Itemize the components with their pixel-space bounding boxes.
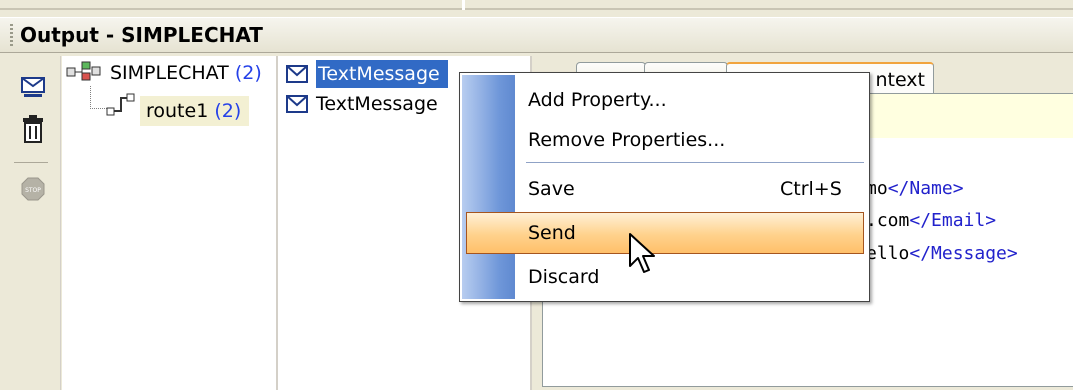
- tree-connector: [90, 86, 107, 109]
- xml-line: mo</Name>: [866, 178, 964, 199]
- xml-line: .com</Email>: [866, 210, 997, 231]
- xml-line: ello</Message>: [866, 243, 1018, 264]
- message-row[interactable]: TextMessage: [286, 90, 438, 118]
- svg-text:STOP: STOP: [25, 187, 41, 194]
- tree-item-count: (2): [214, 100, 242, 122]
- menu-item-discard[interactable]: Discard: [528, 263, 599, 291]
- tree-item-label: route1: [146, 100, 209, 122]
- menu-shortcut-save: Ctrl+S: [780, 178, 842, 200]
- stop-icon: STOP: [21, 177, 45, 201]
- message-label: TextMessage: [316, 60, 448, 88]
- output-title: Output - SIMPLECHAT: [20, 23, 263, 47]
- send-mail-button[interactable]: [18, 72, 48, 102]
- menu-item-send-highlight[interactable]: [466, 212, 864, 254]
- send-mail-icon: [21, 77, 45, 97]
- toolbar-separator: [14, 162, 48, 163]
- header-grip[interactable]: [10, 24, 13, 46]
- menu-item-remove-properties[interactable]: Remove Properties...: [528, 126, 725, 154]
- tree-item-route1[interactable]: route1 (2): [140, 96, 250, 126]
- tree-item-count: (2): [234, 62, 262, 84]
- vertical-toolbar: STOP: [2, 56, 61, 390]
- tree-item-simplechat[interactable]: SIMPLECHAT (2): [110, 60, 262, 86]
- stop-button[interactable]: STOP: [18, 174, 48, 204]
- menu-separator: [526, 162, 864, 163]
- tree-item-label: SIMPLECHAT: [110, 62, 229, 84]
- menu-item-send[interactable]: Send: [528, 219, 576, 247]
- mail-icon: [286, 65, 308, 83]
- mail-icon: [286, 95, 308, 113]
- route-icon: [106, 92, 136, 123]
- delete-button[interactable]: [18, 114, 48, 144]
- menu-icon-strip: [462, 75, 515, 299]
- message-row[interactable]: TextMessage: [286, 60, 448, 88]
- trash-icon: [23, 115, 43, 143]
- component-tree-icon: [66, 61, 104, 86]
- top-divider: [0, 8, 1073, 10]
- menu-item-save[interactable]: Save: [528, 175, 575, 203]
- message-label: TextMessage: [316, 93, 438, 115]
- splitter[interactable]: [462, 0, 465, 10]
- tab-label: ntext: [875, 69, 925, 91]
- mouse-pointer-icon: [628, 232, 658, 281]
- menu-item-add-property[interactable]: Add Property...: [528, 86, 667, 114]
